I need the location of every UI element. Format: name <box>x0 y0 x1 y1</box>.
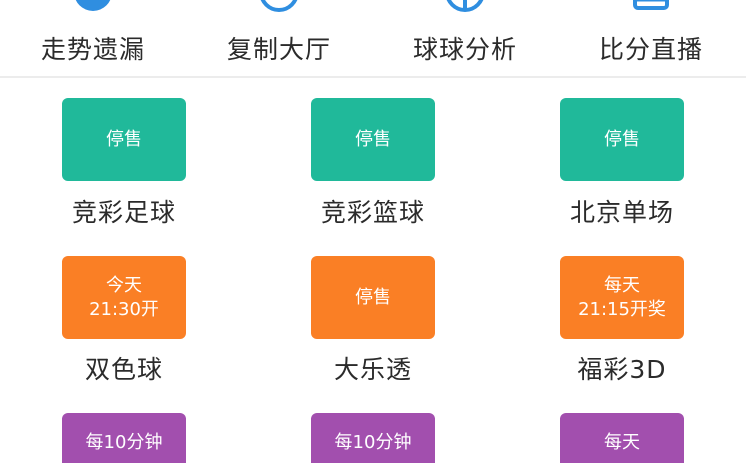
game-label: 双色球 <box>84 355 163 384</box>
game-tile-jclq[interactable]: 停售 <box>311 98 435 181</box>
tile-status-line: 每10分钟 <box>85 432 163 453</box>
nav-label: 走势遗漏 <box>40 35 145 64</box>
game-tile-fc3d[interactable]: 每天 21:15开奖 <box>560 256 684 339</box>
tile-status-line: 21:30开 <box>89 298 159 320</box>
game-label: 大乐透 <box>333 355 412 384</box>
game-tile-dlt[interactable]: 停售 <box>311 256 435 339</box>
score-live-icon <box>633 0 669 10</box>
nav-label: 复制大厅 <box>226 35 331 64</box>
ball-analysis-icon <box>446 0 484 12</box>
game-tile-row3-2[interactable]: 每10分钟 <box>311 413 435 463</box>
tile-status-line: 停售 <box>355 128 391 150</box>
top-nav: 走势遗漏 复制大厅 球球分析 比分直播 <box>0 0 746 76</box>
nav-divider <box>0 76 746 78</box>
game-label: 竞彩足球 <box>71 198 176 227</box>
trend-icon <box>75 0 111 11</box>
tile-status-line: 今天 <box>106 274 142 296</box>
nav-item-copy-hall[interactable]: 复制大厅 <box>186 0 372 76</box>
nav-item-ball-analysis[interactable]: 球球分析 <box>372 0 558 76</box>
game-label: 福彩3D <box>577 355 667 384</box>
tile-status-line: 停售 <box>106 128 142 150</box>
game-tile-row3-1[interactable]: 每10分钟 <box>62 413 186 463</box>
game-tile-ssq[interactable]: 今天 21:30开 <box>62 256 186 339</box>
game-label: 竞彩篮球 <box>320 198 425 227</box>
game-label: 北京单场 <box>569 198 674 227</box>
game-tile-row3-3[interactable]: 每天 <box>560 413 684 463</box>
nav-item-trend[interactable]: 走势遗漏 <box>0 0 186 76</box>
nav-item-score-live[interactable]: 比分直播 <box>558 0 744 76</box>
tile-status-line: 每10分钟 <box>334 432 412 453</box>
tile-status-line: 停售 <box>355 286 391 308</box>
tile-status-line: 每天 <box>604 432 640 453</box>
tile-status-line: 每天 <box>604 274 640 296</box>
tile-status-line: 停售 <box>604 128 640 150</box>
tile-status-line: 21:15开奖 <box>578 298 666 320</box>
copy-hall-icon <box>260 0 298 12</box>
game-tile-jczq[interactable]: 停售 <box>62 98 186 181</box>
nav-label: 比分直播 <box>598 35 703 64</box>
nav-label: 球球分析 <box>412 35 517 64</box>
game-tile-bjdc[interactable]: 停售 <box>560 98 684 181</box>
